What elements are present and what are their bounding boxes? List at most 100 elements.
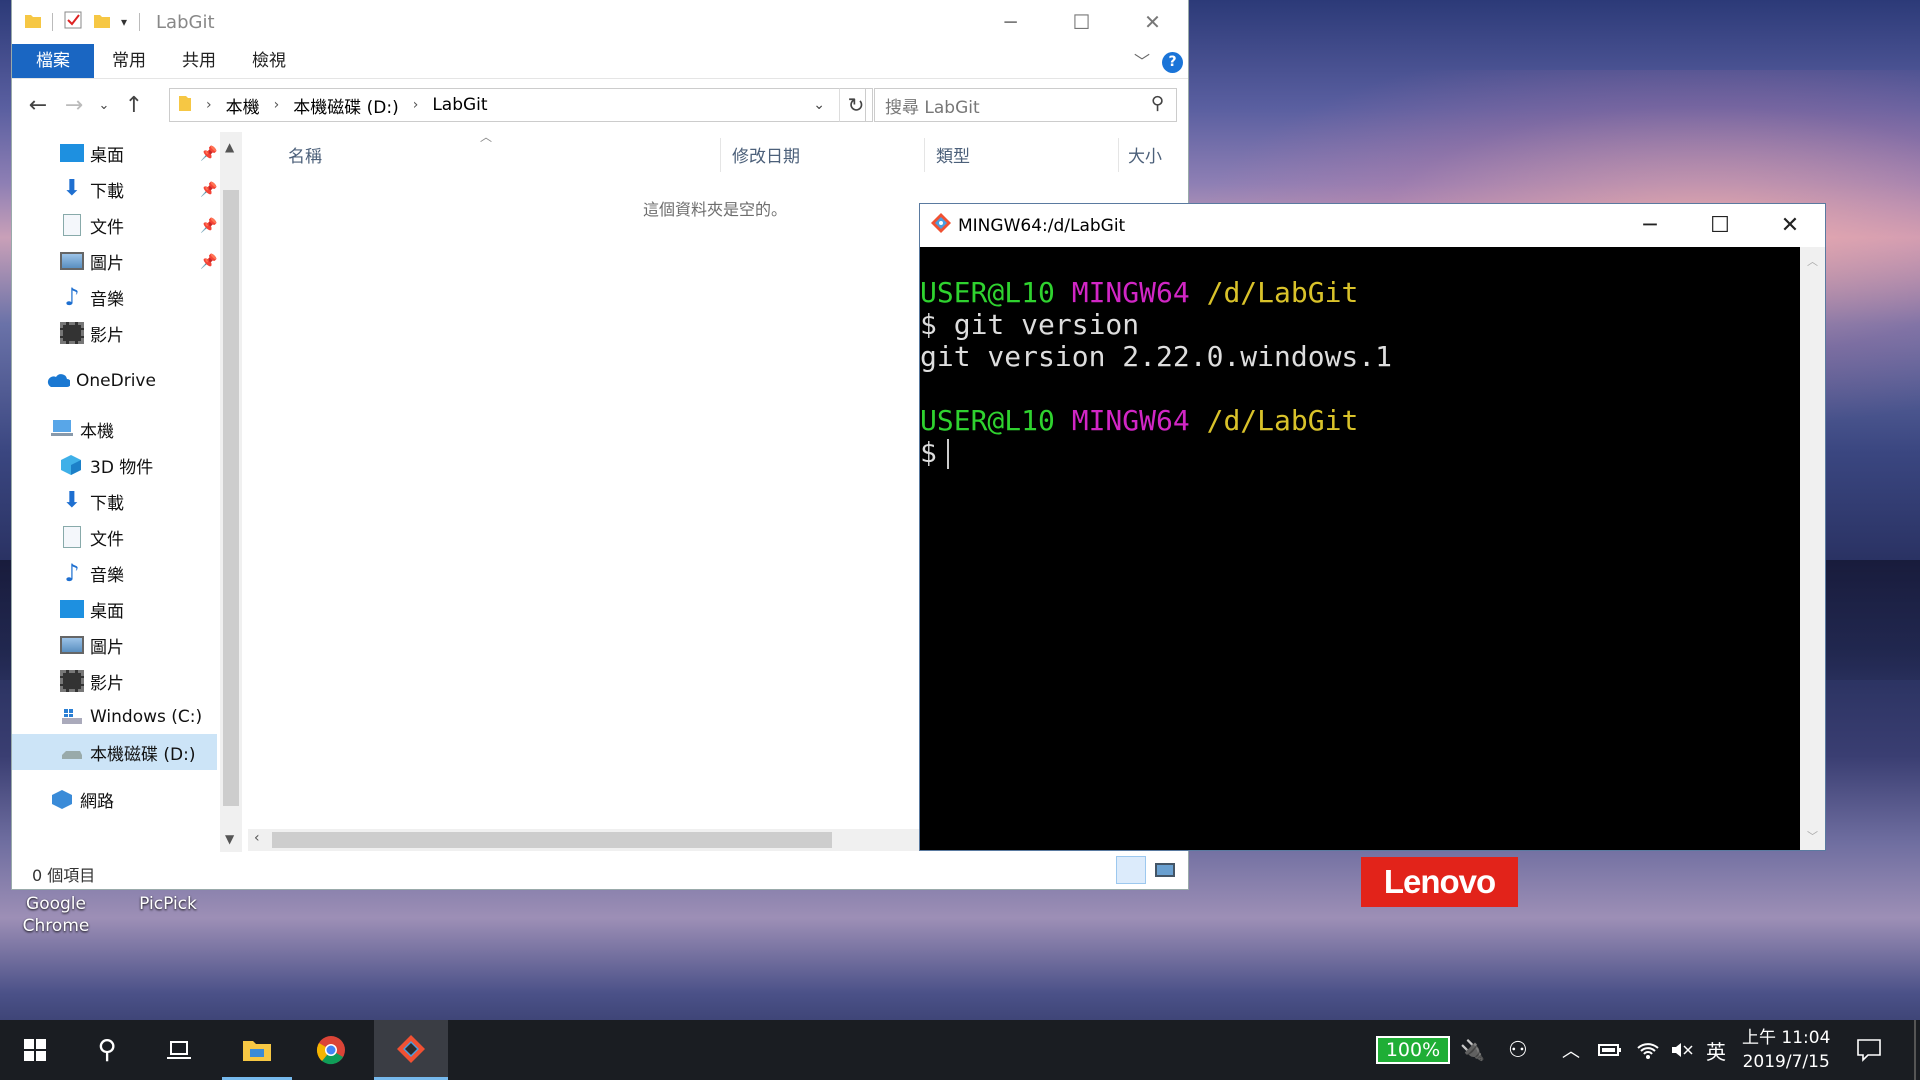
prompt-env: MINGW64: [1071, 404, 1190, 437]
recent-locations-chevron-icon[interactable]: ⌄: [92, 98, 116, 113]
explorer-titlebar[interactable]: ▾ LabGit ─ ☐ ✕: [12, 0, 1188, 44]
volume-muted-icon[interactable]: [1670, 1020, 1694, 1080]
empty-folder-message: 這個資料夾是空的。: [643, 200, 788, 219]
address-bar[interactable]: › 本機 › 本機磁碟 (D:) › LabGit ⌄: [169, 88, 866, 122]
scrollbar-thumb[interactable]: [223, 190, 239, 806]
maximize-button[interactable]: ☐: [1685, 204, 1755, 247]
task-view-button[interactable]: [144, 1020, 214, 1080]
pin-icon[interactable]: 📌: [200, 146, 217, 162]
expand-ribbon-icon[interactable]: ﹀: [1134, 48, 1150, 72]
refresh-button[interactable]: ↻: [839, 88, 873, 122]
forward-button[interactable]: →: [56, 93, 92, 118]
breadcrumb-drive-d[interactable]: 本機磁碟 (D:): [293, 93, 399, 118]
scroll-down-icon[interactable]: ﹀: [1807, 828, 1818, 844]
nav-network[interactable]: 網路: [50, 784, 114, 814]
nav-quick-downloads[interactable]: ⬇ 下載: [60, 174, 124, 204]
tab-share[interactable]: 共用: [164, 44, 234, 78]
pin-icon[interactable]: 📌: [200, 254, 217, 270]
taskbar-chrome[interactable]: [296, 1020, 366, 1080]
scroll-up-icon[interactable]: ▲: [225, 140, 234, 154]
nav-videos[interactable]: 影片: [60, 666, 124, 696]
minimize-button[interactable]: ─: [1615, 204, 1685, 247]
battery-icon[interactable]: [1598, 1020, 1622, 1080]
tab-view[interactable]: 檢視: [234, 44, 304, 78]
search-button[interactable]: ⚲: [72, 1020, 142, 1080]
chevron-right-icon[interactable]: ›: [274, 97, 280, 113]
sort-ascending-icon: ︿: [480, 130, 493, 144]
column-type[interactable]: 類型: [936, 142, 970, 167]
desktop-icon-google-chrome[interactable]: Google Chrome: [14, 893, 98, 937]
chevron-right-icon[interactable]: ›: [206, 97, 212, 113]
properties-icon[interactable]: [63, 10, 83, 35]
nav-drive-d-selected[interactable]: 本機磁碟 (D:): [12, 734, 217, 770]
input-method-indicator[interactable]: 英: [1706, 1020, 1726, 1080]
search-icon[interactable]: ⚲: [1151, 93, 1164, 114]
scroll-down-icon[interactable]: ▼: [225, 832, 234, 846]
show-desktop-button[interactable]: [1914, 1020, 1916, 1080]
nav-3d-objects[interactable]: 3D 物件: [60, 450, 153, 480]
nav-quick-desktop[interactable]: 桌面: [60, 138, 124, 168]
nav-drive-c[interactable]: Windows (C:): [60, 702, 202, 732]
terminal-titlebar[interactable]: MINGW64:/d/LabGit ─ ☐ ✕: [920, 204, 1825, 247]
close-button[interactable]: ✕: [1755, 204, 1825, 247]
minimize-button[interactable]: ─: [975, 0, 1046, 44]
show-hidden-icons-chevron-icon[interactable]: ︿: [1562, 1020, 1580, 1080]
maximize-button[interactable]: ☐: [1046, 0, 1117, 44]
desktop-icon-picpick[interactable]: PicPick: [126, 893, 210, 915]
search-input[interactable]: 搜尋 LabGit ⚲: [874, 88, 1177, 122]
nav-label: OneDrive: [76, 371, 156, 391]
tab-file[interactable]: 檔案: [12, 44, 94, 78]
wifi-icon[interactable]: [1636, 1020, 1660, 1080]
nav-quick-videos[interactable]: 影片: [60, 318, 124, 348]
new-folder-icon[interactable]: [93, 11, 111, 34]
nav-onedrive[interactable]: OneDrive: [46, 366, 156, 396]
column-name[interactable]: 名稱: [288, 142, 322, 167]
taskbar-file-explorer[interactable]: [222, 1020, 292, 1080]
tab-home[interactable]: 常用: [94, 44, 164, 78]
customize-quick-access-icon[interactable]: ▾: [121, 15, 127, 29]
column-size[interactable]: 大小: [1128, 142, 1162, 167]
details-view-button[interactable]: [1116, 856, 1146, 884]
nav-this-pc[interactable]: 本機: [50, 414, 114, 444]
back-button[interactable]: ←: [20, 93, 56, 118]
chrome-icon: [316, 1036, 345, 1065]
pin-icon[interactable]: 📌: [200, 218, 217, 234]
start-button[interactable]: [0, 1020, 70, 1080]
prompt-user: USER@L10: [920, 404, 1055, 437]
nav-desktop[interactable]: 桌面: [60, 594, 124, 624]
icon-label: Chrome: [22, 916, 90, 936]
help-icon[interactable]: ?: [1162, 52, 1183, 73]
scrollbar-thumb[interactable]: [272, 832, 832, 848]
nav-music[interactable]: ♪ 音樂: [60, 558, 124, 588]
taskbar-git-bash[interactable]: [374, 1020, 448, 1080]
nav-quick-music[interactable]: ♪ 音樂: [60, 282, 124, 312]
nav-label: 影片: [90, 673, 124, 694]
nav-quick-pictures[interactable]: 圖片: [60, 246, 124, 276]
power-plug-icon[interactable]: 🔌: [1460, 1020, 1485, 1080]
scroll-left-icon[interactable]: ‹: [254, 830, 260, 846]
nav-downloads[interactable]: ⬇ 下載: [60, 486, 124, 516]
nav-documents[interactable]: 文件: [60, 522, 124, 552]
navigation-pane: 桌面 📌 ⬇ 下載 📌 文件 📌 圖片 📌 ♪ 音樂 影片 OneDrive 本機 …: [12, 132, 217, 848]
breadcrumb-labgit[interactable]: LabGit: [432, 95, 487, 115]
pin-icon[interactable]: 📌: [200, 182, 217, 198]
action-center-icon[interactable]: [1856, 1020, 1882, 1080]
battery-percentage[interactable]: 100%: [1376, 1036, 1450, 1064]
nav-scrollbar[interactable]: ▲ ▼: [220, 132, 242, 852]
breadcrumb-this-pc[interactable]: 本機: [226, 93, 260, 118]
column-modified[interactable]: 修改日期: [732, 142, 800, 167]
large-icons-view-button[interactable]: [1150, 856, 1180, 884]
chevron-right-icon[interactable]: ›: [413, 97, 419, 113]
address-dropdown-icon[interactable]: ⌄: [813, 97, 825, 113]
scroll-up-icon[interactable]: ︿: [1807, 253, 1818, 269]
people-icon[interactable]: ⚇: [1508, 1020, 1528, 1080]
clock[interactable]: 上午 11:04 2019/7/15: [1742, 1026, 1830, 1074]
nav-quick-documents[interactable]: 文件: [60, 210, 124, 240]
window-title: LabGit: [156, 11, 215, 33]
close-button[interactable]: ✕: [1117, 0, 1188, 44]
terminal-scrollbar[interactable]: ︿ ﹀: [1800, 247, 1825, 850]
nav-pictures[interactable]: 圖片: [60, 630, 124, 660]
terminal-output[interactable]: USER@L10 MINGW64 /d/LabGit $ git version…: [920, 247, 1800, 850]
git-bash-terminal-window[interactable]: MINGW64:/d/LabGit ─ ☐ ✕ USER@L10 MINGW64…: [919, 203, 1826, 851]
up-button[interactable]: ↑: [116, 93, 152, 118]
